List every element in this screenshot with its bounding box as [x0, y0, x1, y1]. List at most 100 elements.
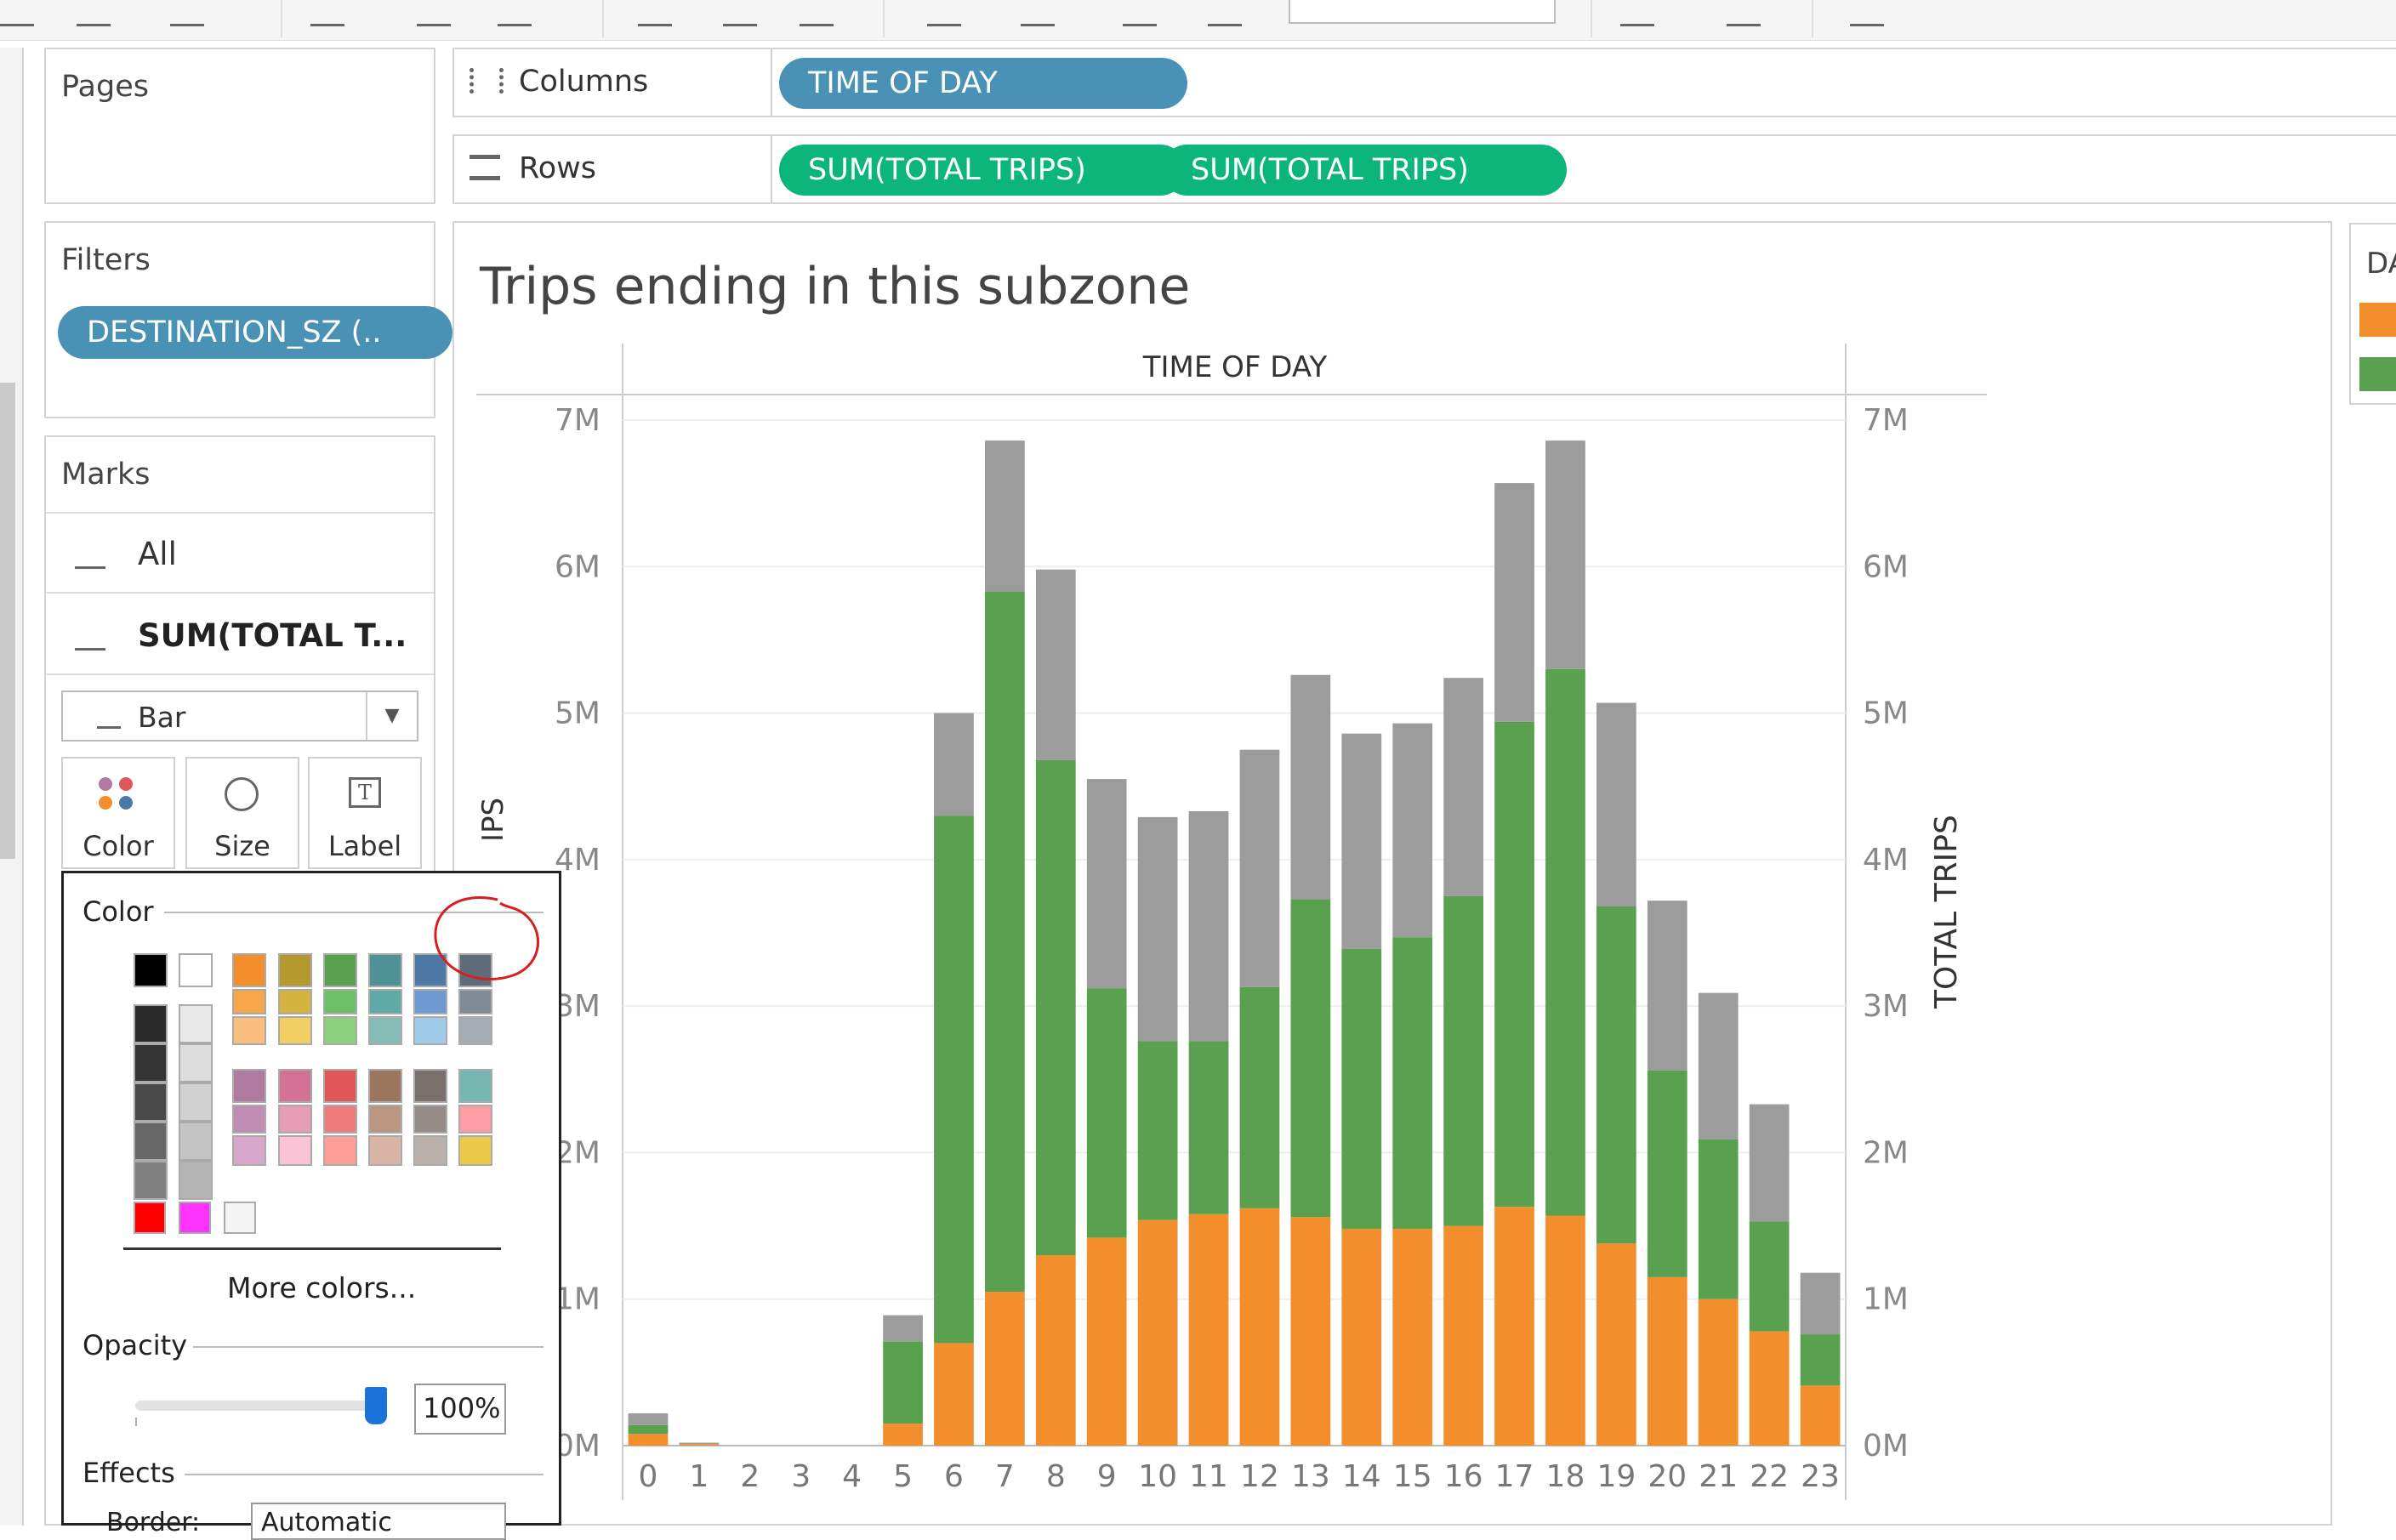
bar-segment	[1443, 895, 1483, 1226]
swatch[interactable]	[368, 1069, 402, 1103]
swatch[interactable]	[232, 989, 266, 1014]
palette-divider	[123, 1247, 501, 1250]
swatch[interactable]	[179, 1043, 213, 1083]
bar-segment	[1647, 1070, 1687, 1277]
swatch[interactable]	[134, 1122, 168, 1161]
border-dropdown[interactable]: Automatic	[251, 1503, 506, 1540]
x-tick-label: 11	[1189, 1459, 1228, 1494]
bar-segment	[1035, 759, 1076, 1256]
swatch[interactable]	[458, 1135, 492, 1166]
y-tick-label-left: 0M	[555, 1429, 600, 1463]
x-tick-label: 1	[689, 1459, 709, 1494]
bar-segment	[679, 1442, 720, 1445]
x-tick-label: 9	[1097, 1459, 1117, 1494]
bar-segment	[1188, 1041, 1229, 1214]
x-tick-label: 8	[1046, 1459, 1066, 1494]
swatch[interactable]	[232, 953, 266, 987]
swatch-extra[interactable]	[134, 1202, 166, 1234]
y-tick-label-right: 6M	[1863, 549, 1909, 584]
y-tick-label-left: 5M	[555, 696, 600, 731]
bar-segment	[628, 1424, 669, 1435]
swatch[interactable]	[368, 1135, 402, 1166]
bar-segment	[1647, 1276, 1687, 1446]
swatch[interactable]	[179, 953, 213, 987]
x-tick-label: 16	[1444, 1459, 1483, 1494]
swatch[interactable]	[232, 1135, 266, 1166]
swatch[interactable]	[278, 953, 312, 987]
bar-segment	[985, 1292, 1025, 1446]
swatch[interactable]	[134, 1004, 168, 1043]
swatch-extra[interactable]	[224, 1202, 256, 1234]
swatch[interactable]	[413, 1069, 447, 1103]
swatch[interactable]	[179, 1122, 213, 1161]
swatch[interactable]	[232, 1016, 266, 1045]
swatch[interactable]	[278, 989, 312, 1014]
y-tick-label-left: 4M	[555, 843, 600, 878]
swatch[interactable]	[278, 1135, 312, 1166]
bar-segment	[1494, 483, 1534, 722]
x-tick-label: 12	[1240, 1459, 1279, 1494]
x-tick-label: 3	[791, 1459, 811, 1494]
swatch-extra[interactable]	[179, 1202, 211, 1234]
more-colors-link[interactable]: More colors...	[227, 1271, 416, 1304]
swatch[interactable]	[323, 1016, 357, 1045]
bar-segment	[883, 1341, 923, 1424]
bar-segment	[1494, 721, 1534, 1208]
swatch[interactable]	[368, 953, 402, 987]
swatch[interactable]	[458, 1069, 492, 1103]
x-tick-label: 14	[1342, 1459, 1381, 1494]
swatch[interactable]	[134, 1161, 168, 1200]
swatch[interactable]	[323, 989, 357, 1014]
bar-segment	[1290, 674, 1331, 900]
opacity-input[interactable]: 100%	[414, 1384, 506, 1435]
bar-segment	[1749, 1221, 1790, 1332]
bar-segment	[1290, 1217, 1331, 1446]
swatch[interactable]	[134, 953, 168, 987]
bar-segment	[628, 1434, 669, 1446]
bar-segment	[1137, 1041, 1178, 1220]
bar-segment	[1596, 1243, 1636, 1446]
swatch[interactable]	[368, 989, 402, 1014]
swatch[interactable]	[278, 1105, 312, 1134]
swatch[interactable]	[368, 1105, 402, 1134]
swatch[interactable]	[413, 1135, 447, 1166]
bar-segment	[1341, 948, 1382, 1230]
swatch[interactable]	[323, 1135, 357, 1166]
x-tick-label: 10	[1138, 1459, 1177, 1494]
swatch[interactable]	[413, 1016, 447, 1045]
bar-segment	[1035, 1255, 1076, 1446]
swatch[interactable]	[278, 1016, 312, 1045]
opacity-slider-track[interactable]	[135, 1401, 382, 1411]
y-tick-label-right: 4M	[1863, 843, 1909, 878]
x-tick-label: 4	[842, 1459, 862, 1494]
bar-segment	[1086, 779, 1127, 989]
swatch[interactable]	[323, 953, 357, 987]
x-tick-label: 0	[639, 1459, 658, 1494]
bar-segment	[1494, 1207, 1534, 1446]
swatch[interactable]	[232, 1105, 266, 1134]
swatch[interactable]	[458, 1016, 492, 1045]
swatch[interactable]	[458, 1105, 492, 1134]
opacity-slider-ticks	[135, 1418, 384, 1426]
swatch[interactable]	[179, 1161, 213, 1200]
bar-segment	[1341, 733, 1382, 949]
swatch[interactable]	[179, 1083, 213, 1122]
border-value: Automatic	[261, 1508, 392, 1537]
swatch[interactable]	[134, 1083, 168, 1122]
swatch[interactable]	[232, 1069, 266, 1103]
swatch[interactable]	[323, 1069, 357, 1103]
opacity-slider-thumb[interactable]	[364, 1387, 387, 1424]
x-tick-label: 17	[1495, 1459, 1534, 1494]
bar-segment	[628, 1413, 669, 1425]
swatch[interactable]	[323, 1105, 357, 1134]
swatch[interactable]	[278, 1069, 312, 1103]
swatch[interactable]	[179, 1004, 213, 1043]
bar-segment	[1392, 723, 1433, 938]
swatch[interactable]	[134, 1043, 168, 1083]
swatch[interactable]	[413, 1105, 447, 1134]
bar-segment	[1647, 901, 1687, 1071]
y-tick-label-left: 7M	[555, 403, 600, 438]
swatch[interactable]	[368, 1016, 402, 1045]
bar-segment	[679, 1444, 720, 1446]
bar-segment	[1596, 702, 1636, 906]
